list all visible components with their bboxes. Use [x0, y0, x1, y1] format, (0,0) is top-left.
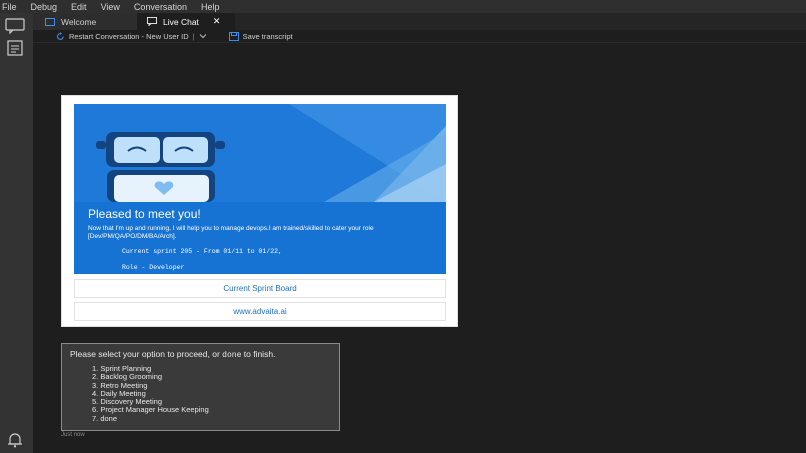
tab-welcome-label: Welcome [61, 16, 97, 27]
save-transcript-button[interactable]: Save transcript [243, 32, 293, 41]
hero-text: Pleased to meet you! Now that I'm up and… [88, 207, 428, 271]
close-icon[interactable]: ✕ [213, 16, 221, 27]
prompt-title-done: done [222, 351, 242, 360]
notification-bell-icon[interactable] [5, 432, 25, 448]
chat-area: Pleased to meet you! Now that I'm up and… [33, 44, 806, 453]
sprint-line: Current sprint 205 - From 01/11 to 01/22… [122, 248, 282, 255]
hero-card: Pleased to meet you! Now that I'm up and… [61, 95, 458, 327]
hero-image: Pleased to meet you! Now that I'm up and… [74, 104, 446, 274]
conversation-toolbar: Restart Conversation - New User ID | Sav… [33, 30, 806, 43]
menu-edit[interactable]: Edit [71, 2, 87, 12]
prompt-title-prefix: Please select your option to proceed, or [70, 349, 220, 359]
list-item[interactable]: 7. done [92, 414, 339, 423]
role-line: Role - Developer [122, 264, 185, 271]
restart-conversation-button[interactable]: Restart Conversation - New User ID [69, 32, 189, 41]
menu-view[interactable]: View [101, 2, 120, 12]
tab-bar: Welcome Live Chat ✕ [33, 13, 806, 30]
prompt-title-suffix: to finish. [243, 349, 276, 359]
tab-live-chat-label: Live Chat [163, 16, 199, 27]
tab-live-chat[interactable]: Live Chat ✕ [137, 13, 235, 30]
prompt-title: Please select your option to proceed, or… [70, 349, 339, 360]
tab-welcome[interactable]: Welcome [33, 13, 137, 30]
card-title: Pleased to meet you! [88, 207, 201, 221]
menu-debug[interactable]: Debug [31, 2, 58, 12]
chat-icon[interactable] [5, 18, 25, 34]
current-sprint-board-button[interactable]: Current Sprint Board [74, 279, 446, 298]
option-list: 1. Sprint Planning 2. Backlog Grooming 3… [92, 364, 339, 423]
message-timestamp: Just now [61, 432, 85, 438]
restart-icon [56, 31, 64, 40]
save-icon [228, 31, 239, 41]
card-description: Now that I'm up and running, I will help… [88, 225, 374, 240]
website-link-button[interactable]: www.advaita.ai [74, 302, 446, 321]
option-prompt-message: Please select your option to proceed, or… [61, 343, 340, 431]
chat-icon [147, 17, 157, 26]
menu-help[interactable]: Help [201, 2, 220, 12]
divider: | [192, 31, 195, 41]
chevron-down-icon[interactable] [199, 33, 207, 39]
menu-bar: File Debug Edit View Conversation Help [0, 0, 806, 13]
menu-file[interactable]: File [2, 2, 17, 12]
window-icon [45, 17, 55, 26]
list-item[interactable]: 6. Project Manager House Keeping [92, 406, 339, 415]
activity-bar [0, 13, 33, 453]
menu-conversation[interactable]: Conversation [134, 2, 187, 12]
document-icon[interactable] [5, 40, 25, 56]
